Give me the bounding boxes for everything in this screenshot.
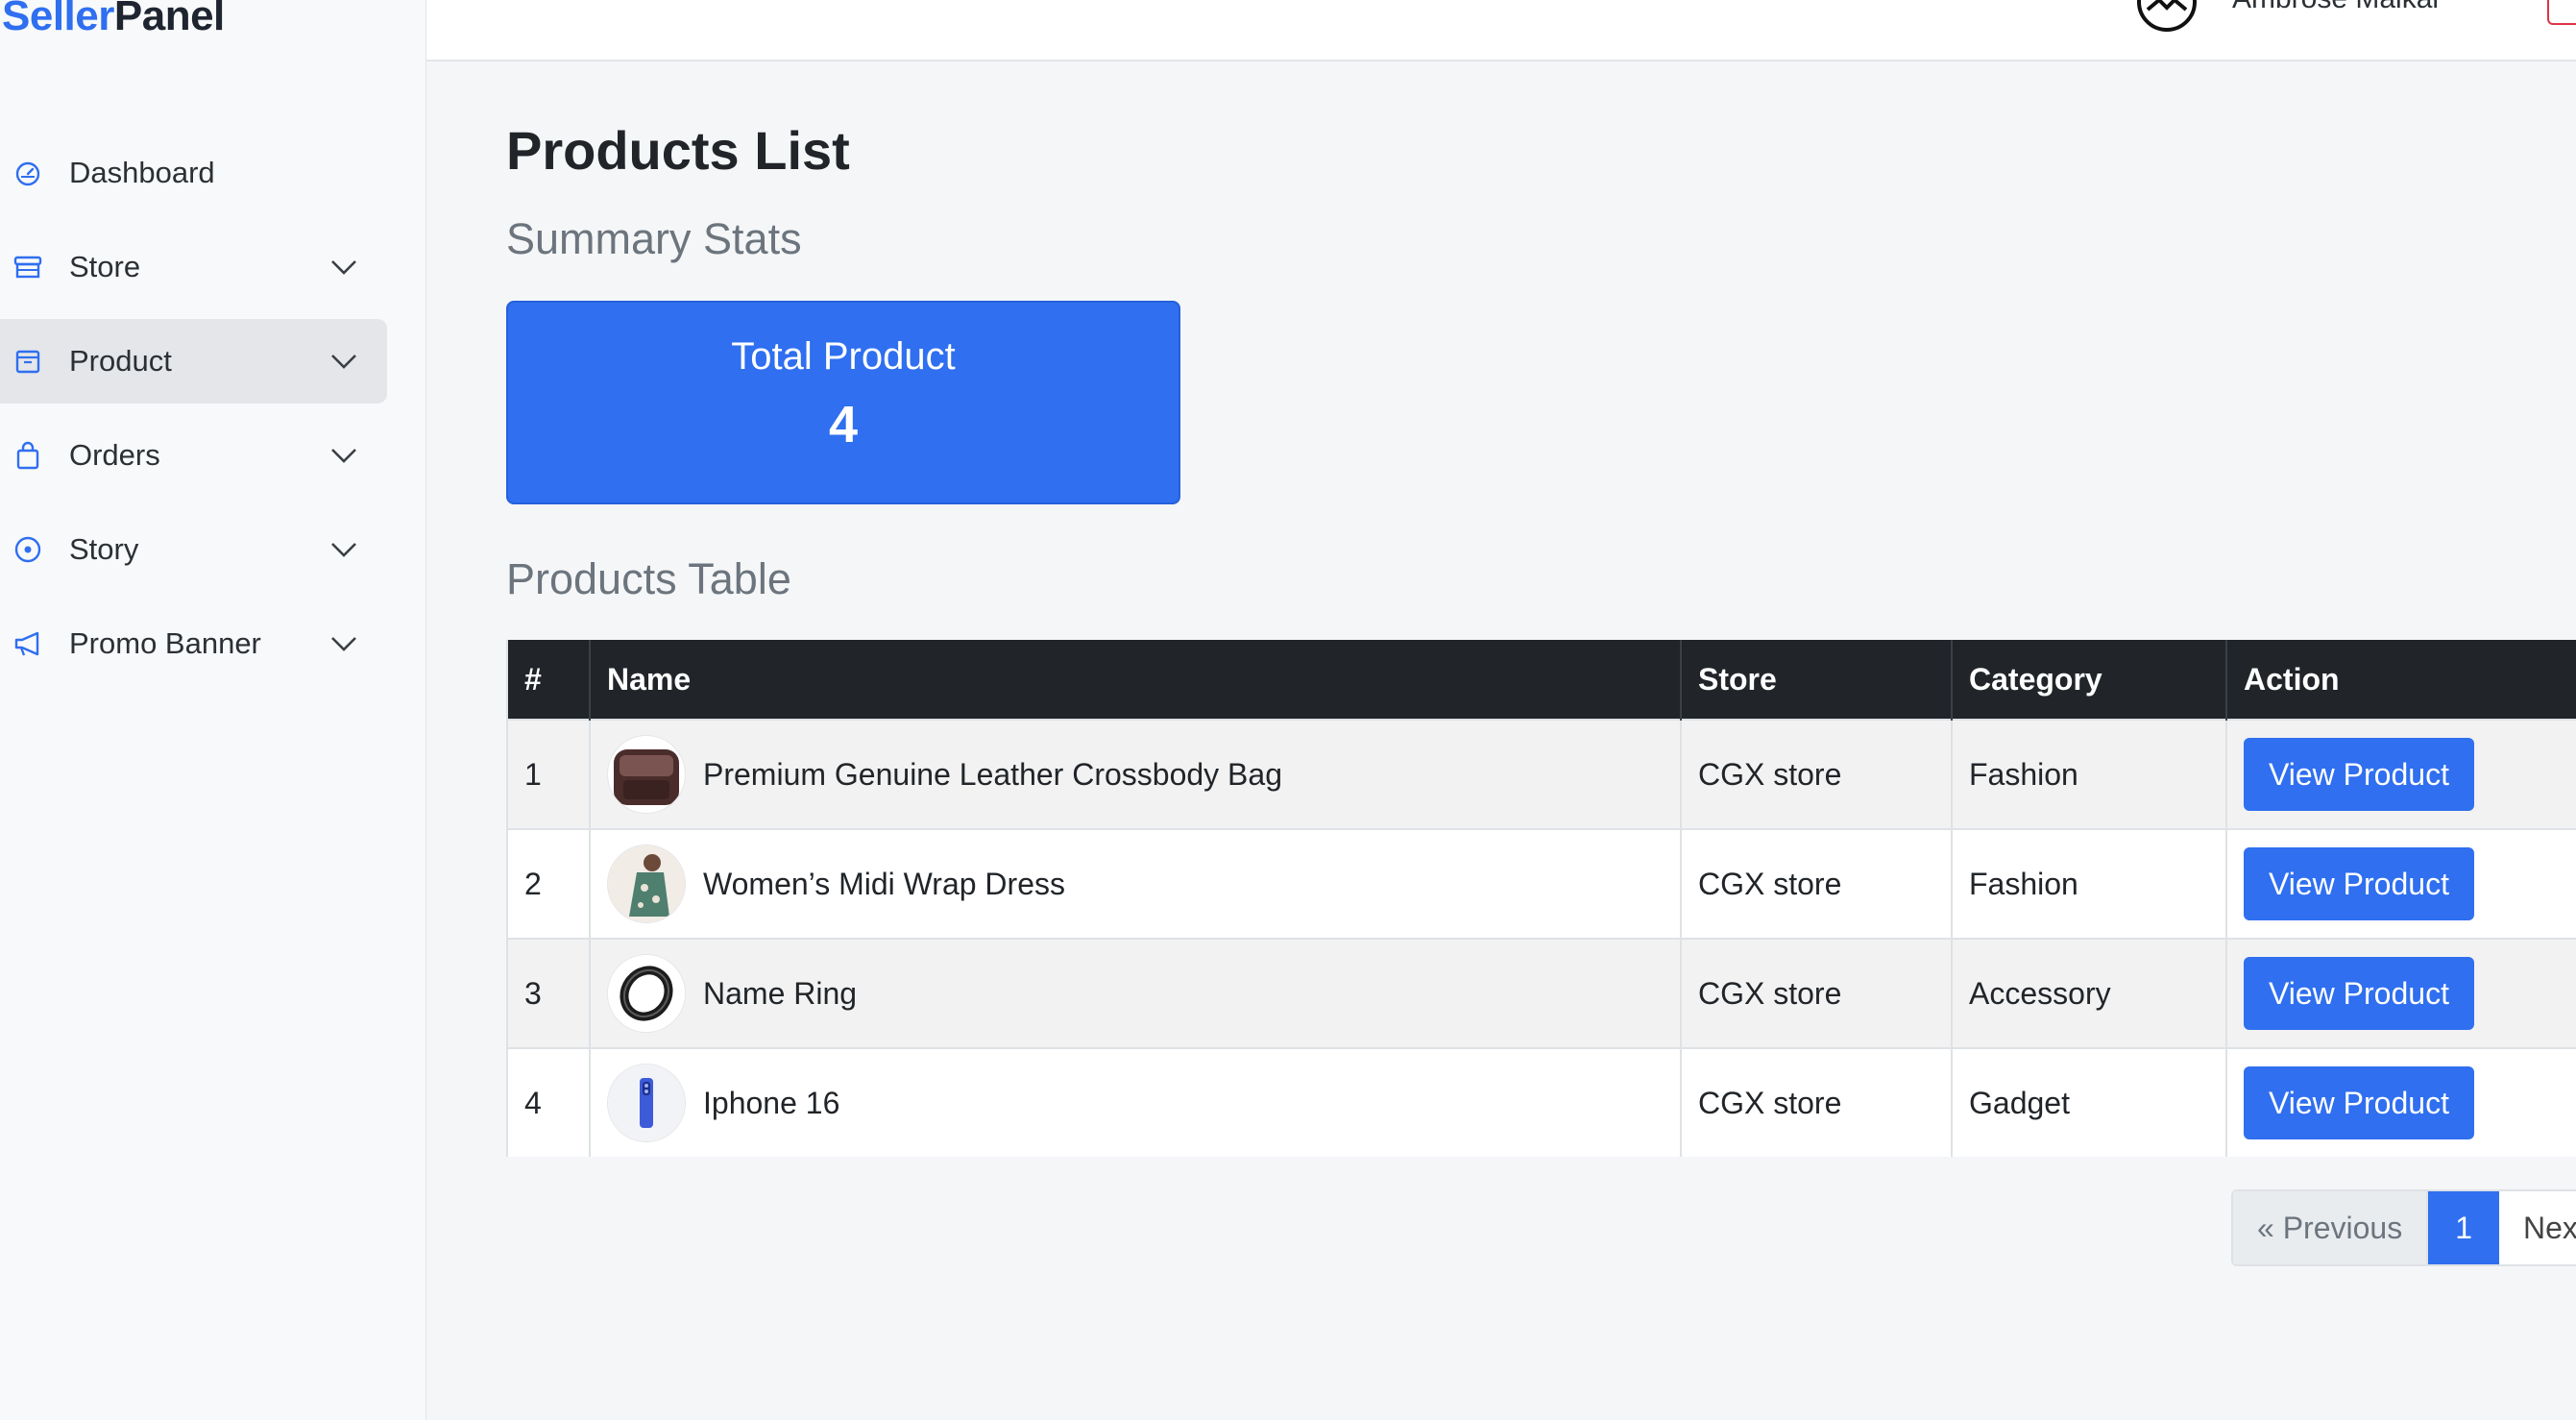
products-table-title: Products Table (506, 554, 791, 603)
store-cell: CGX store (1681, 1047, 1953, 1157)
sidebar-nav: Dashboard Store Product Orders Story Pro… (0, 131, 387, 696)
sidebar-item-orders[interactable]: Orders (0, 413, 387, 498)
product-name-cell: Name Ring (590, 938, 1682, 1048)
action-cell: View Product (2226, 828, 2576, 939)
chevron-down-icon (331, 260, 356, 275)
stat-label: Total Product (731, 335, 956, 378)
table-row: 2 Women’s Midi Wrap Dress CGX store Fash… (506, 828, 2576, 939)
row-number: 1 (506, 719, 591, 829)
sidebar-item-label: Dashboard (69, 156, 215, 189)
product-name: Name Ring (703, 975, 858, 1011)
table-row: 4 Iphone 16 CGX store Gadget View Produc… (506, 1047, 2576, 1157)
store-icon (13, 256, 42, 279)
view-product-button[interactable]: View Product (2244, 847, 2474, 920)
column-header-category: Category (1952, 640, 2227, 720)
pagination-next[interactable]: Next (2498, 1191, 2576, 1264)
product-name: Premium Genuine Leather Crossbody Bag (703, 756, 1282, 792)
chevron-down-icon (331, 637, 356, 651)
megaphone-icon (14, 631, 39, 656)
product-thumbnail-bag (607, 735, 686, 814)
sidebar-item-promo-banner[interactable]: Promo Banner (0, 601, 387, 686)
row-number: 4 (506, 1047, 591, 1157)
action-cell: View Product (2226, 938, 2576, 1048)
column-header-store: Store (1681, 640, 1953, 720)
product-thumbnail-ring (607, 954, 686, 1033)
action-cell: View Product (2226, 719, 2576, 829)
column-header-number: # (506, 640, 591, 720)
sidebar-item-label: Product (69, 344, 172, 378)
table-row: 1 Premium Genuine Leather Crossbody Bag (506, 719, 2576, 829)
sidebar-item-dashboard[interactable]: Dashboard (0, 131, 387, 215)
topbar: Ambrose Malkai (426, 0, 2576, 61)
user-avatar-icon[interactable] (2136, 0, 2198, 33)
sidebar-item-label: Story (69, 532, 139, 566)
summary-stats-title: Summary Stats (506, 214, 802, 263)
pagination-page-1[interactable]: 1 (2428, 1191, 2499, 1264)
box-icon (15, 350, 40, 374)
product-name-cell: Iphone 16 (590, 1047, 1682, 1157)
brand-logo[interactable]: SellerPanel (2, 0, 225, 40)
sidebar-item-label: Promo Banner (69, 626, 261, 660)
sidebar-item-store[interactable]: Store (0, 225, 387, 309)
user-name[interactable]: Ambrose Malkai (2232, 0, 2439, 15)
total-product-card: Total Product 4 (506, 301, 1180, 504)
store-cell: CGX store (1681, 719, 1953, 829)
view-product-button[interactable]: View Product (2244, 957, 2474, 1030)
store-cell: CGX store (1681, 938, 1953, 1048)
view-product-button[interactable]: View Product (2244, 738, 2474, 811)
category-cell: Accessory (1952, 938, 2227, 1048)
stat-value: 4 (828, 396, 859, 453)
action-cell: View Product (2226, 1047, 2576, 1157)
record-circle-icon (14, 536, 41, 563)
page-title: Products List (506, 120, 850, 181)
category-cell: Gadget (1952, 1047, 2227, 1157)
sidebar: SellerPanel Dashboard Store Product Orde… (0, 0, 426, 1420)
sidebar-item-label: Orders (69, 438, 160, 472)
product-name-cell: Premium Genuine Leather Crossbody Bag (590, 719, 1682, 829)
product-thumbnail-phone (607, 1064, 686, 1142)
table-row: 3 Name Ring CGX store Accessory View Pro… (506, 938, 2576, 1048)
row-number: 3 (506, 938, 591, 1048)
product-name-cell: Women’s Midi Wrap Dress (590, 828, 1682, 939)
pagination: « Previous 1 Next (2231, 1189, 2576, 1266)
sidebar-item-label: Store (69, 250, 141, 283)
products-table: # Name Store Category Action 1 Premium G… (506, 640, 2576, 1157)
row-number: 2 (506, 828, 591, 939)
shopping-bag-icon (16, 441, 39, 470)
chevron-down-icon (331, 449, 356, 463)
pagination-previous[interactable]: « Previous (2233, 1191, 2429, 1264)
column-header-name: Name (590, 640, 1682, 720)
view-product-button[interactable]: View Product (2244, 1066, 2474, 1139)
sidebar-item-product[interactable]: Product (0, 319, 387, 404)
category-cell: Fashion (1952, 719, 2227, 829)
logout-button[interactable] (2547, 0, 2576, 25)
chevron-down-icon (331, 355, 356, 369)
chevron-down-icon (331, 543, 356, 557)
product-name: Women’s Midi Wrap Dress (703, 866, 1065, 901)
table-header-row: # Name Store Category Action (506, 640, 2576, 720)
dashboard-gauge-icon (15, 161, 40, 186)
product-name: Iphone 16 (703, 1085, 840, 1120)
product-thumbnail-dress (607, 845, 686, 923)
sidebar-item-story[interactable]: Story (0, 507, 387, 592)
category-cell: Fashion (1952, 828, 2227, 939)
column-header-action: Action (2226, 640, 2576, 720)
store-cell: CGX store (1681, 828, 1953, 939)
